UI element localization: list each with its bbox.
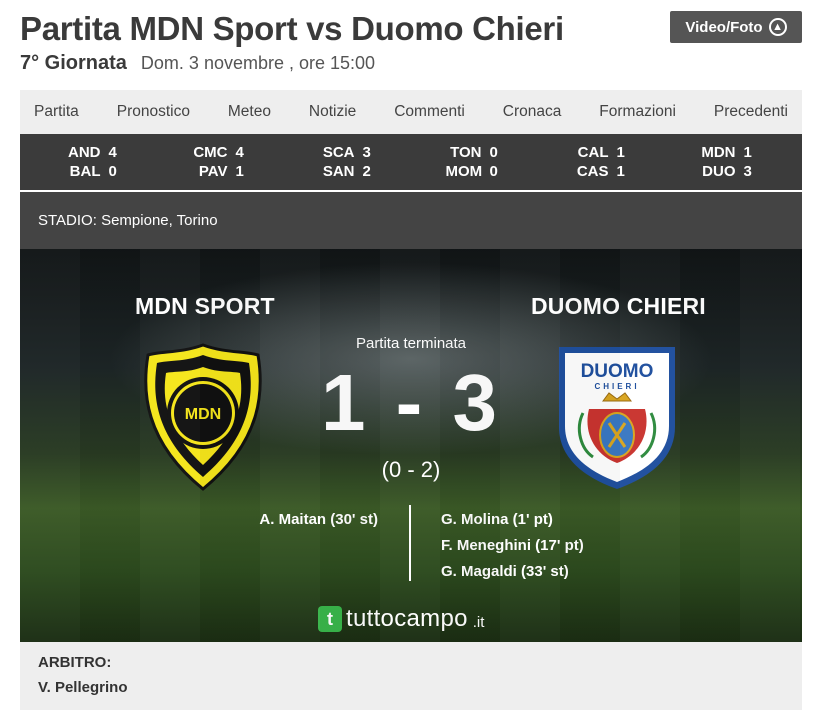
ticker-match[interactable]: AND 4 BAL 0 (65, 143, 123, 181)
ticker-away-team: BAL (69, 163, 101, 180)
ticker-away-score: 0 (489, 163, 498, 180)
stadium-info: STADIO: Sempione, Torino (20, 192, 802, 249)
home-scorers: A. Maitan (30' st) (259, 507, 378, 533)
video-foto-button[interactable]: Video/Foto ▲ (670, 11, 802, 43)
ticker-home-score: 4 (235, 144, 244, 161)
ticker-match[interactable]: SCA 3 SAN 2 (319, 143, 377, 181)
ticker-match[interactable]: CMC 4 PAV 1 (192, 143, 250, 181)
ticker-away-team: SAN (322, 163, 355, 180)
ticker-home-team: CMC (193, 144, 228, 161)
ticker-match[interactable]: MDN 1 DUO 3 (700, 143, 758, 181)
ticker-away-team: DUO (702, 163, 736, 180)
ticker-home-team: TON (450, 144, 482, 161)
tab-precedenti[interactable]: Precedenti (714, 103, 788, 121)
tab-meteo[interactable]: Meteo (228, 103, 271, 121)
scorers-divider (409, 505, 411, 581)
tab-commenti[interactable]: Commenti (394, 103, 465, 121)
ticker-home-score: 3 (362, 144, 371, 161)
page-title: Partita MDN Sport vs Duomo Chieri (20, 10, 564, 47)
away-scorer: F. Meneghini (17' pt) (441, 537, 584, 554)
brand-tld: .it (472, 613, 485, 631)
tab-partita[interactable]: Partita (34, 103, 79, 121)
tab-pronostico[interactable]: Pronostico (117, 103, 190, 121)
match-tabs: Partita Pronostico Meteo Notizie Comment… (20, 90, 802, 134)
ticker-home-score: 1 (743, 144, 752, 161)
tuttocampo-icon: t (318, 606, 342, 632)
ticker-home-team: CAL (577, 144, 609, 161)
stadium-label: STADIO: (38, 212, 97, 229)
ticker-away-score: 1 (235, 163, 244, 180)
ticker-away-score: 1 (616, 163, 625, 180)
ticker-away-team: CAS (576, 163, 609, 180)
arrow-up-circle-icon: ▲ (768, 18, 787, 36)
tab-notizie[interactable]: Notizie (309, 103, 356, 121)
referee-name: V. Pellegrino (38, 679, 128, 696)
ticker-home-score: 4 (108, 144, 117, 161)
match-status: Partita terminata (355, 335, 467, 352)
match-date: Dom. 3 novembre , ore 15:00 (140, 53, 376, 73)
away-scorer: G. Molina (1' pt) (441, 511, 553, 528)
ticker-home-score: 0 (489, 144, 498, 161)
stadium-value: Sempione, Torino (101, 212, 218, 229)
scoreboard: MDN SPORT DUOMO CHIERI MDN DUOMO CHIERI … (20, 249, 802, 642)
away-team-name[interactable]: DUOMO CHIERI (531, 293, 706, 320)
video-foto-label: Video/Foto (685, 18, 763, 36)
final-score: 1 - 3 (320, 358, 502, 447)
results-ticker: AND 4 BAL 0 CMC 4 PAV 1 SCA 3 SAN 2 TON 0 MOM 0 … (20, 134, 802, 190)
match-info-line: 7° Giornata Dom. 3 novembre , ore 15:00 (20, 52, 375, 75)
brand-name: tuttocampo (346, 605, 468, 632)
ticker-away-score: 3 (743, 163, 752, 180)
ticker-match[interactable]: CAL 1 CAS 1 (573, 143, 631, 181)
tuttocampo-logo: t tuttocampo .it (318, 605, 484, 633)
ticker-away-team: PAV (198, 163, 228, 180)
away-scorers: G. Molina (1' pt) F. Meneghini (17' pt) … (441, 507, 584, 585)
home-scorer: A. Maitan (30' st) (259, 511, 378, 528)
ticker-home-score: 1 (616, 144, 625, 161)
ticker-match[interactable]: TON 0 MOM 0 (446, 143, 504, 181)
away-scorer: G. Magaldi (33' st) (441, 563, 569, 580)
ticker-home-team: SCA (322, 144, 355, 161)
half-time-score: (0 - 2) (381, 457, 441, 482)
tab-formazioni[interactable]: Formazioni (599, 103, 676, 121)
ticker-away-team: MOM (445, 163, 483, 180)
referee-label: ARBITRO: (38, 654, 112, 671)
ticker-away-score: 0 (108, 163, 117, 180)
ticker-home-team: AND (68, 144, 101, 161)
referee-section: ARBITRO: V. Pellegrino (20, 642, 802, 710)
home-team-name[interactable]: MDN SPORT (135, 293, 275, 320)
tab-cronaca[interactable]: Cronaca (503, 103, 562, 121)
round-label: 7° Giornata (20, 52, 127, 74)
ticker-home-team: MDN (701, 144, 736, 161)
ticker-away-score: 2 (362, 163, 371, 180)
